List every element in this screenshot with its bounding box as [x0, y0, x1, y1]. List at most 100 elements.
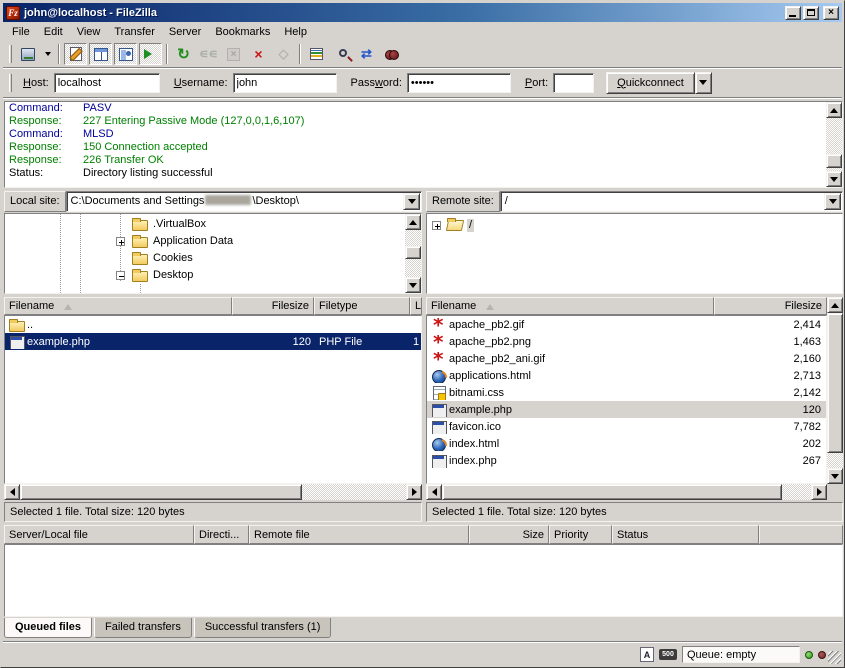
file-row[interactable]: favicon.ico 7,782: [427, 418, 826, 435]
disconnect-button[interactable]: ×: [247, 43, 270, 65]
tree-item-label[interactable]: Desktop: [151, 269, 195, 282]
scroll-down-button[interactable]: [826, 171, 842, 187]
column-header-modified[interactable]: L: [410, 297, 422, 315]
tree-item-application-data[interactable]: Application Data: [5, 233, 421, 250]
remote-hscrollbar[interactable]: [426, 484, 827, 500]
toggle-local-tree-button[interactable]: [89, 43, 112, 65]
menu-help[interactable]: Help: [277, 24, 314, 40]
find-files-button[interactable]: [380, 43, 403, 65]
column-header-size[interactable]: Size: [469, 525, 549, 544]
scroll-right-button[interactable]: [811, 484, 827, 500]
tree-expander[interactable]: [116, 271, 125, 280]
column-header-direction[interactable]: Directi...: [194, 525, 249, 544]
column-header-status[interactable]: Status: [612, 525, 759, 544]
toolbar-grip[interactable]: [9, 45, 12, 63]
minimize-button[interactable]: [785, 6, 801, 20]
scroll-right-button[interactable]: [406, 484, 422, 500]
scrollbar-thumb[interactable]: [405, 246, 421, 259]
password-input[interactable]: [407, 73, 511, 93]
scroll-left-button[interactable]: [426, 484, 442, 500]
log-scrollbar[interactable]: [826, 102, 842, 187]
column-header-filesize[interactable]: Filesize: [714, 297, 827, 315]
directory-comparison-button[interactable]: [330, 43, 353, 65]
site-manager-button[interactable]: [16, 43, 39, 65]
tab-failed-transfers[interactable]: Failed transfers: [94, 618, 192, 638]
column-header-remote-file[interactable]: Remote file: [249, 525, 469, 544]
toggle-message-log-button[interactable]: [64, 43, 87, 65]
transfer-type-icon[interactable]: A: [640, 647, 654, 662]
tree-item-cookies[interactable]: Cookies: [5, 250, 421, 267]
cancel-operation-button[interactable]: ×: [222, 43, 245, 65]
menu-transfer[interactable]: Transfer: [107, 24, 162, 40]
file-row[interactable]: index.php 267: [427, 452, 826, 469]
quickconnect-grip[interactable]: [9, 74, 12, 92]
scrollbar-thumb[interactable]: [826, 154, 842, 168]
site-manager-dropdown[interactable]: [41, 43, 54, 65]
menu-file[interactable]: File: [5, 24, 37, 40]
column-header-filesize[interactable]: Filesize: [232, 297, 314, 315]
file-row-example-php[interactable]: example.php 120: [427, 401, 826, 418]
resize-grip[interactable]: [828, 651, 841, 664]
tree-item-label[interactable]: Cookies: [151, 252, 195, 265]
queue-list[interactable]: [4, 544, 843, 617]
tree-item-root[interactable]: /: [427, 217, 842, 234]
local-site-dropdown[interactable]: [403, 193, 420, 210]
file-row-parent-dir[interactable]: ..: [5, 316, 421, 333]
column-header-filetype[interactable]: Filetype: [314, 297, 410, 315]
menu-edit[interactable]: Edit: [37, 24, 70, 40]
menu-server[interactable]: Server: [162, 24, 208, 40]
maximize-button[interactable]: [803, 6, 819, 20]
remote-file-list[interactable]: apache_pb2.gif 2,414 apache_pb2.png 1,46…: [426, 315, 827, 484]
local-tree-scrollbar[interactable]: [405, 214, 421, 293]
tree-item-virtualbox[interactable]: .VirtualBox: [5, 216, 421, 233]
column-header-filename[interactable]: Filename: [426, 297, 714, 315]
file-row[interactable]: bitnami.css 2,142: [427, 384, 826, 401]
scroll-left-button[interactable]: [4, 484, 20, 500]
scrollbar-thumb[interactable]: [20, 484, 302, 500]
refresh-button[interactable]: ↻: [172, 43, 195, 65]
scrollbar-thumb[interactable]: [442, 484, 782, 500]
scrollbar-thumb[interactable]: [827, 313, 843, 453]
column-header-filename[interactable]: Filename: [4, 297, 232, 315]
column-header-priority[interactable]: Priority: [549, 525, 612, 544]
speed-limits-icon[interactable]: 500: [659, 649, 677, 660]
close-button[interactable]: ×: [823, 6, 839, 20]
host-input[interactable]: [54, 73, 160, 93]
toggle-remote-tree-button[interactable]: [114, 43, 137, 65]
local-hscrollbar[interactable]: [4, 484, 422, 500]
scroll-down-button[interactable]: [405, 277, 421, 293]
synchronized-browsing-button[interactable]: ⇄: [355, 43, 378, 65]
tab-queued-files[interactable]: Queued files: [4, 618, 92, 638]
username-input[interactable]: [233, 73, 337, 93]
file-row-example-php[interactable]: example.php 120 PHP File 1: [5, 333, 421, 350]
tree-expander[interactable]: [432, 221, 441, 230]
local-site-combo[interactable]: C:\Documents and Settings\Desktop\: [66, 191, 422, 212]
tree-item-desktop[interactable]: Desktop: [5, 267, 421, 284]
filezilla-app-icon[interactable]: Fz: [6, 6, 20, 20]
toggle-queue-button[interactable]: [139, 43, 162, 65]
port-input[interactable]: [553, 73, 594, 93]
remote-site-combo[interactable]: /: [500, 191, 843, 212]
tree-item-label[interactable]: Application Data: [151, 235, 235, 248]
scroll-up-button[interactable]: [826, 102, 842, 118]
tree-item-label[interactable]: /: [467, 219, 474, 232]
menu-bookmarks[interactable]: Bookmarks: [208, 24, 277, 40]
remote-directory-tree[interactable]: /: [426, 213, 843, 294]
reconnect-button[interactable]: ◇: [272, 43, 295, 65]
scroll-down-button[interactable]: [827, 468, 843, 484]
menu-view[interactable]: View: [70, 24, 108, 40]
tab-successful-transfers[interactable]: Successful transfers (1): [194, 618, 332, 638]
scroll-up-button[interactable]: [827, 297, 843, 313]
process-queue-button[interactable]: ∊∊: [197, 43, 220, 65]
scroll-up-button[interactable]: [405, 214, 421, 230]
column-header-server-local-file[interactable]: Server/Local file: [4, 525, 194, 544]
directory-filters-button[interactable]: [305, 43, 328, 65]
tree-item-label[interactable]: .VirtualBox: [151, 218, 208, 231]
remote-list-scrollbar[interactable]: [827, 297, 843, 484]
quickconnect-dropdown[interactable]: [695, 72, 712, 94]
local-file-list[interactable]: .. example.php 120 PHP File 1: [4, 315, 422, 484]
quickconnect-button[interactable]: Quickconnect: [606, 72, 695, 94]
file-row[interactable]: index.html 202: [427, 435, 826, 452]
local-directory-tree[interactable]: .VirtualBox Application Data Cookies Des…: [4, 213, 422, 294]
file-row[interactable]: apache_pb2.gif 2,414: [427, 316, 826, 333]
